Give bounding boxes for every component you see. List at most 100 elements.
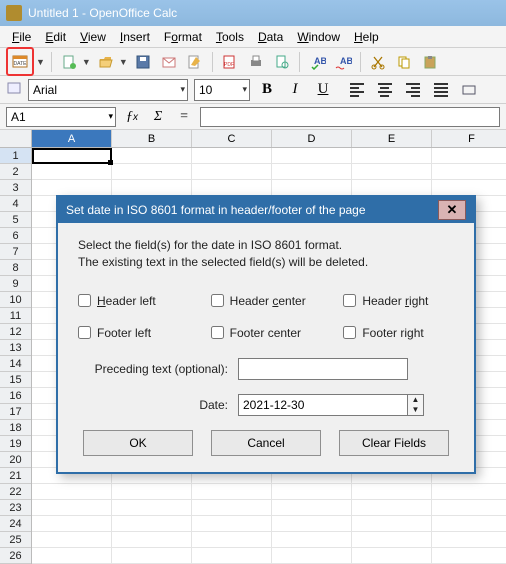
- cell[interactable]: [352, 148, 432, 164]
- edit-mode-button[interactable]: [184, 51, 206, 73]
- footer-left-checkbox[interactable]: Footer left: [78, 326, 189, 340]
- menu-tools[interactable]: Tools: [210, 28, 250, 46]
- column-header[interactable]: B: [112, 130, 192, 147]
- cell[interactable]: [432, 532, 506, 548]
- spinner-up-icon[interactable]: ▲: [408, 395, 423, 405]
- italic-button[interactable]: I: [284, 79, 306, 101]
- row-header[interactable]: 16: [0, 388, 31, 404]
- menu-file[interactable]: File: [6, 28, 37, 46]
- cell[interactable]: [112, 148, 192, 164]
- row-header[interactable]: 8: [0, 260, 31, 276]
- save-button[interactable]: [132, 51, 154, 73]
- cell[interactable]: [192, 148, 272, 164]
- cell[interactable]: [112, 516, 192, 532]
- cell[interactable]: [32, 180, 112, 196]
- bold-button[interactable]: B: [256, 79, 278, 101]
- clear-fields-button[interactable]: Clear Fields: [339, 430, 449, 456]
- row-headers[interactable]: 1234567891011121314151617181920212223242…: [0, 148, 32, 564]
- align-left-button[interactable]: [346, 79, 368, 101]
- row-header[interactable]: 6: [0, 228, 31, 244]
- cell[interactable]: [352, 500, 432, 516]
- align-center-button[interactable]: [374, 79, 396, 101]
- row-header[interactable]: 5: [0, 212, 31, 228]
- cell[interactable]: [272, 548, 352, 564]
- column-header[interactable]: E: [352, 130, 432, 147]
- menu-insert[interactable]: Insert: [114, 28, 156, 46]
- cell[interactable]: [192, 500, 272, 516]
- row-header[interactable]: 9: [0, 276, 31, 292]
- function-wizard-button[interactable]: ƒx: [122, 109, 142, 125]
- cell[interactable]: [272, 532, 352, 548]
- spinner-down-icon[interactable]: ▼: [408, 405, 423, 415]
- column-header[interactable]: C: [192, 130, 272, 147]
- cell[interactable]: [432, 548, 506, 564]
- preceding-text-input[interactable]: [238, 358, 408, 380]
- dropdown-arrow-icon[interactable]: ▼: [119, 57, 128, 67]
- cell[interactable]: [432, 516, 506, 532]
- row-header[interactable]: 13: [0, 340, 31, 356]
- cell[interactable]: [272, 500, 352, 516]
- export-pdf-button[interactable]: PDF: [219, 51, 241, 73]
- spellcheck-button[interactable]: ABC: [306, 51, 328, 73]
- print-button[interactable]: [245, 51, 267, 73]
- cell[interactable]: [192, 516, 272, 532]
- row-header[interactable]: 7: [0, 244, 31, 260]
- merge-cells-button[interactable]: [458, 79, 480, 101]
- row-header[interactable]: 4: [0, 196, 31, 212]
- cell[interactable]: [432, 180, 506, 196]
- row-header[interactable]: 18: [0, 420, 31, 436]
- cell[interactable]: [352, 532, 432, 548]
- cell[interactable]: [32, 516, 112, 532]
- name-box[interactable]: A1 ▾: [6, 107, 116, 127]
- cell[interactable]: [112, 532, 192, 548]
- row-header[interactable]: 21: [0, 468, 31, 484]
- cell[interactable]: [352, 484, 432, 500]
- copy-button[interactable]: [393, 51, 415, 73]
- cell[interactable]: [272, 516, 352, 532]
- row-header[interactable]: 26: [0, 548, 31, 564]
- cell[interactable]: [192, 548, 272, 564]
- mail-button[interactable]: [158, 51, 180, 73]
- menu-data[interactable]: Data: [252, 28, 289, 46]
- cell[interactable]: [112, 164, 192, 180]
- sum-button[interactable]: Σ: [148, 109, 168, 125]
- cell[interactable]: [112, 500, 192, 516]
- cut-button[interactable]: [367, 51, 389, 73]
- auto-spellcheck-button[interactable]: ABC: [332, 51, 354, 73]
- cell[interactable]: [272, 180, 352, 196]
- font-name-select[interactable]: Arial ▾: [28, 79, 188, 101]
- cell[interactable]: [272, 484, 352, 500]
- row-header[interactable]: 11: [0, 308, 31, 324]
- row-header[interactable]: 23: [0, 500, 31, 516]
- date-input[interactable]: [238, 394, 408, 416]
- cell[interactable]: [32, 532, 112, 548]
- row-header[interactable]: 10: [0, 292, 31, 308]
- menu-edit[interactable]: Edit: [39, 28, 72, 46]
- cell[interactable]: [32, 164, 112, 180]
- row-header[interactable]: 2: [0, 164, 31, 180]
- cell[interactable]: [192, 164, 272, 180]
- cell[interactable]: [32, 484, 112, 500]
- styles-button[interactable]: [6, 80, 22, 99]
- align-right-button[interactable]: [402, 79, 424, 101]
- font-size-select[interactable]: 10 ▾: [194, 79, 250, 101]
- cell[interactable]: [352, 516, 432, 532]
- cell[interactable]: [272, 164, 352, 180]
- cell[interactable]: [192, 532, 272, 548]
- function-equals-button[interactable]: =: [174, 109, 194, 125]
- row-header[interactable]: 3: [0, 180, 31, 196]
- cell[interactable]: [352, 164, 432, 180]
- paste-button[interactable]: [419, 51, 441, 73]
- row-header[interactable]: 19: [0, 436, 31, 452]
- footer-center-checkbox[interactable]: Footer center: [211, 326, 322, 340]
- cell[interactable]: [112, 548, 192, 564]
- cell[interactable]: [432, 500, 506, 516]
- underline-button[interactable]: U: [312, 79, 334, 101]
- cell[interactable]: [432, 148, 506, 164]
- cell[interactable]: [432, 164, 506, 180]
- ok-button[interactable]: OK: [83, 430, 193, 456]
- menu-view[interactable]: View: [74, 28, 112, 46]
- cancel-button[interactable]: Cancel: [211, 430, 321, 456]
- menu-help[interactable]: Help: [348, 28, 385, 46]
- row-header[interactable]: 1: [0, 148, 31, 164]
